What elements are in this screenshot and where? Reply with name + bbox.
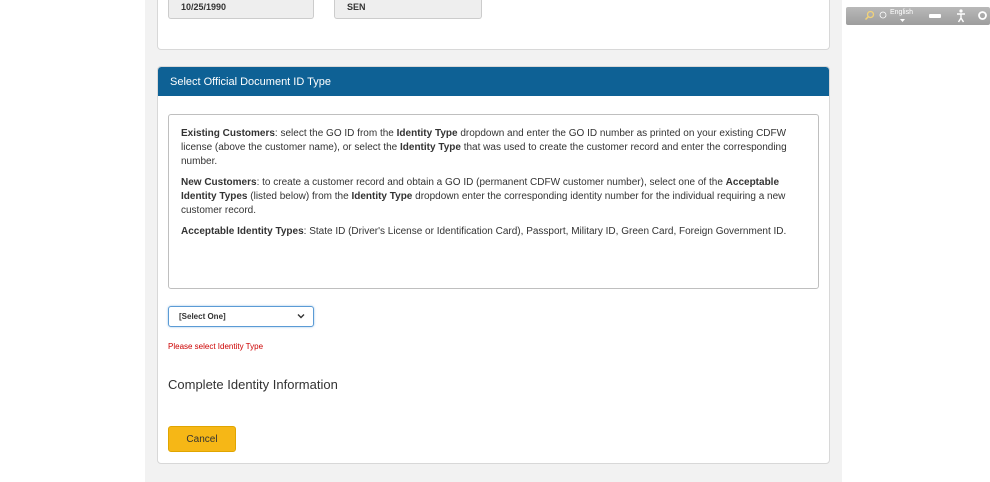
card-header: Select Official Document ID Type bbox=[158, 67, 829, 96]
suffix-field: SEN bbox=[334, 0, 482, 19]
accessibility-icon[interactable] bbox=[956, 9, 966, 23]
identity-type-term: Identity Type bbox=[400, 142, 461, 153]
existing-customers-paragraph: Existing Customers: select the GO ID fro… bbox=[181, 127, 806, 169]
text: (listed below) from the bbox=[247, 191, 352, 202]
accessibility-toolbar: English bbox=[846, 7, 990, 25]
language-selector[interactable]: English bbox=[890, 9, 913, 16]
document-id-card: Select Official Document ID Type Existin… bbox=[157, 66, 830, 464]
caret-down-icon bbox=[900, 19, 905, 22]
text: : select the GO ID from the bbox=[274, 128, 397, 139]
date-of-birth-field: 10/25/1990 bbox=[168, 0, 314, 19]
complete-identity-title: Complete Identity Information bbox=[168, 377, 338, 392]
existing-customers-label: Existing Customers bbox=[181, 128, 275, 139]
cancel-button[interactable]: Cancel bbox=[168, 426, 236, 452]
identity-type-select[interactable]: [Select One] bbox=[168, 306, 314, 327]
globe-icon bbox=[879, 11, 887, 19]
acceptable-types-paragraph: Acceptable Identity Types: State ID (Dri… bbox=[181, 225, 806, 239]
gear-icon[interactable] bbox=[977, 10, 988, 21]
search-icon[interactable] bbox=[864, 10, 875, 21]
text: : to create a customer record and obtain… bbox=[256, 177, 726, 188]
page: 10/25/1990 SEN Select Official Document … bbox=[0, 0, 990, 482]
personal-info-card: 10/25/1990 SEN bbox=[157, 0, 830, 50]
new-customers-label: New Customers bbox=[181, 177, 257, 188]
text: : State ID (Driver's License or Identifi… bbox=[303, 226, 787, 237]
acceptable-identity-types-label: Acceptable Identity Types bbox=[181, 226, 304, 237]
new-customers-paragraph: New Customers: to create a customer reco… bbox=[181, 176, 806, 218]
identity-type-term: Identity Type bbox=[351, 191, 413, 202]
instructions-box: Existing Customers: select the GO ID fro… bbox=[168, 114, 819, 289]
identity-type-error: Please select Identity Type bbox=[168, 342, 264, 351]
identity-type-term: Identity Type bbox=[396, 128, 458, 139]
minus-icon[interactable] bbox=[929, 14, 941, 19]
chevron-down-icon bbox=[297, 314, 305, 319]
identity-type-selected-value: [Select One] bbox=[179, 312, 226, 321]
